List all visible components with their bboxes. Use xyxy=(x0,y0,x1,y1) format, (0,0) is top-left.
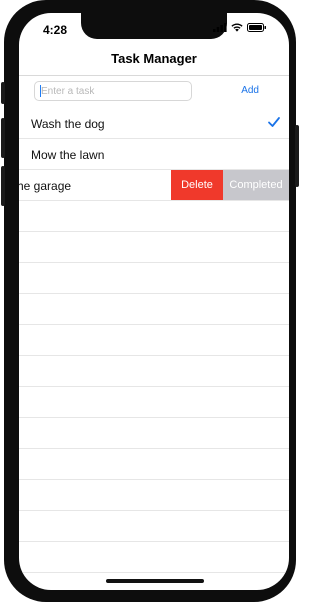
wifi-icon xyxy=(231,23,243,32)
battery-icon xyxy=(247,23,266,32)
volume-up-button xyxy=(1,118,5,158)
empty-row xyxy=(19,387,289,418)
empty-row xyxy=(19,542,289,573)
empty-row xyxy=(19,294,289,325)
screen: 4:28 Task Manager Add xyxy=(19,13,289,590)
silent-switch xyxy=(1,82,5,104)
page-title: Task Manager xyxy=(111,51,197,66)
empty-row xyxy=(19,232,289,263)
task-list: Wash the dog Mow the lawn he garage Dele… xyxy=(19,108,289,590)
task-label: he garage xyxy=(19,179,72,193)
empty-row xyxy=(19,480,289,511)
empty-row xyxy=(19,325,289,356)
completed-action-button[interactable]: Completed xyxy=(223,170,289,200)
add-button[interactable]: Add xyxy=(241,85,259,96)
task-row-swiped[interactable]: he garage Delete Completed xyxy=(19,170,289,201)
status-time: 4:28 xyxy=(43,23,68,37)
task-label: Wash the dog xyxy=(31,117,105,131)
task-row[interactable]: Wash the dog xyxy=(19,108,289,139)
empty-row xyxy=(19,356,289,387)
empty-row xyxy=(19,263,289,294)
task-row[interactable]: Mow the lawn xyxy=(19,139,289,170)
volume-down-button xyxy=(1,166,5,206)
power-button xyxy=(295,125,299,187)
empty-row xyxy=(19,201,289,232)
status-icons xyxy=(213,23,267,32)
text-cursor xyxy=(40,85,41,97)
signal-icon xyxy=(213,23,227,32)
empty-row xyxy=(19,511,289,542)
home-indicator[interactable] xyxy=(106,579,204,583)
checkmark-icon xyxy=(268,117,280,127)
task-input[interactable] xyxy=(34,81,192,101)
task-input-row: Add xyxy=(19,76,289,106)
empty-row xyxy=(19,449,289,480)
empty-row xyxy=(19,418,289,449)
delete-action-button[interactable]: Delete xyxy=(171,170,223,200)
task-label: Mow the lawn xyxy=(31,148,105,162)
notch xyxy=(81,13,227,39)
phone-frame: 4:28 Task Manager Add xyxy=(1,0,299,602)
